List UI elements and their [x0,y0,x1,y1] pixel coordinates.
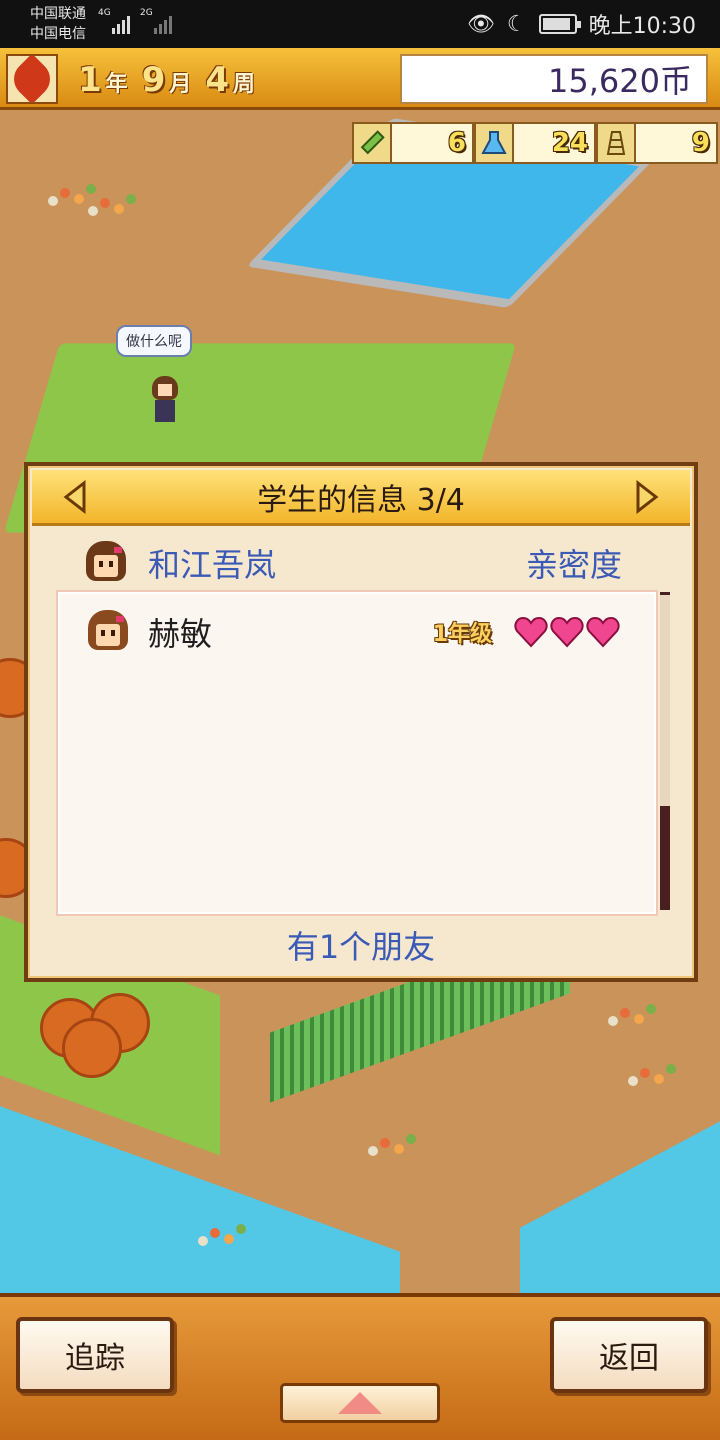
flask-value: 24 [514,122,596,164]
student-avatar [84,541,128,585]
dialog-title: 学生的信息 3/4 [257,482,465,518]
back-button[interactable]: 返回 [550,1317,708,1393]
affinity-hearts [514,616,620,648]
scrollbar-thumb[interactable] [660,806,670,910]
year-number: 1 [78,60,102,100]
student-name: 和江吾岚 [148,546,277,584]
eye-icon: 👁 [466,11,495,37]
affinity-label: 亲密度 [525,546,622,584]
speech-bubble: 做什么呢 [116,325,192,357]
month-number: 9 [141,60,166,100]
network-type-2: 2G [140,8,153,18]
flower-patch [640,1068,650,1078]
friend-name: 赫敏 [148,615,213,653]
flower-patch [210,1228,220,1238]
top-hud: 1 年 9 月 4 周 15,620币 [0,48,720,110]
maple-leaf-icon [6,53,58,105]
carrier-info: 中国联通 中国电信 [30,4,86,44]
month-unit: 月 [169,72,192,97]
list-item[interactable]: 赫敏 1年级 [86,608,620,656]
triangle-up-icon [338,1392,382,1414]
friend-count: 有1个朋友 [286,928,436,966]
flower-patch [100,198,110,208]
pencil-value: 6 [392,122,474,164]
trophy-icon [596,122,636,164]
year-unit: 年 [105,72,128,97]
friend-avatar [86,610,130,654]
week-number: 4 [205,60,230,100]
flower-patch [60,188,70,198]
heart-icon [514,616,548,648]
student-sprite[interactable] [150,376,180,422]
game-date: 1 年 9 月 4 周 [78,60,265,100]
signal-2-icon: 2G [140,8,172,34]
pencil-icon [352,122,392,164]
friend-list[interactable]: 赫敏 1年级 [56,590,658,916]
heart-icon [586,616,620,648]
student-row: 和江吾岚 亲密度 [84,538,622,588]
next-arrow-icon[interactable] [634,479,660,515]
moon-icon: ☾ [506,11,527,37]
student-info-dialog: 学生的信息 3/4 和江吾岚 亲密度 赫敏 1年级 有1个朋友 [24,462,698,982]
battery-icon [538,14,581,34]
network-type-1: 4G [98,8,111,18]
heart-icon [550,616,584,648]
flower-patch [380,1138,390,1148]
grade-badge: 1年级 [432,622,492,647]
status-bar: 中国联通 中国电信 4G 2G 👁 ☾ 晚上10:30 [0,0,720,48]
prev-arrow-icon[interactable] [62,479,88,515]
expand-menu-button[interactable] [280,1383,440,1423]
scrollbar[interactable] [660,592,670,910]
autumn-tree [62,1018,122,1078]
carrier-1: 中国联通 [30,6,86,22]
water-area [520,1068,720,1293]
flask-icon [474,122,514,164]
status-right: 👁 ☾ 晚上10:30 [467,8,696,40]
trophy-value: 9 [636,122,718,164]
flower-patch [620,1008,630,1018]
carrier-2: 中国电信 [30,26,86,42]
bottom-bar: 追踪 返回 [0,1293,720,1440]
resource-bar: 6 24 9 [352,122,718,164]
track-button[interactable]: 追踪 [16,1317,174,1393]
week-unit: 周 [233,72,256,97]
money-display: 15,620币 [400,54,708,104]
clock: 晚上10:30 [588,14,696,39]
dialog-header: 学生的信息 3/4 [32,470,690,526]
signal-1-icon: 4G [98,8,130,34]
